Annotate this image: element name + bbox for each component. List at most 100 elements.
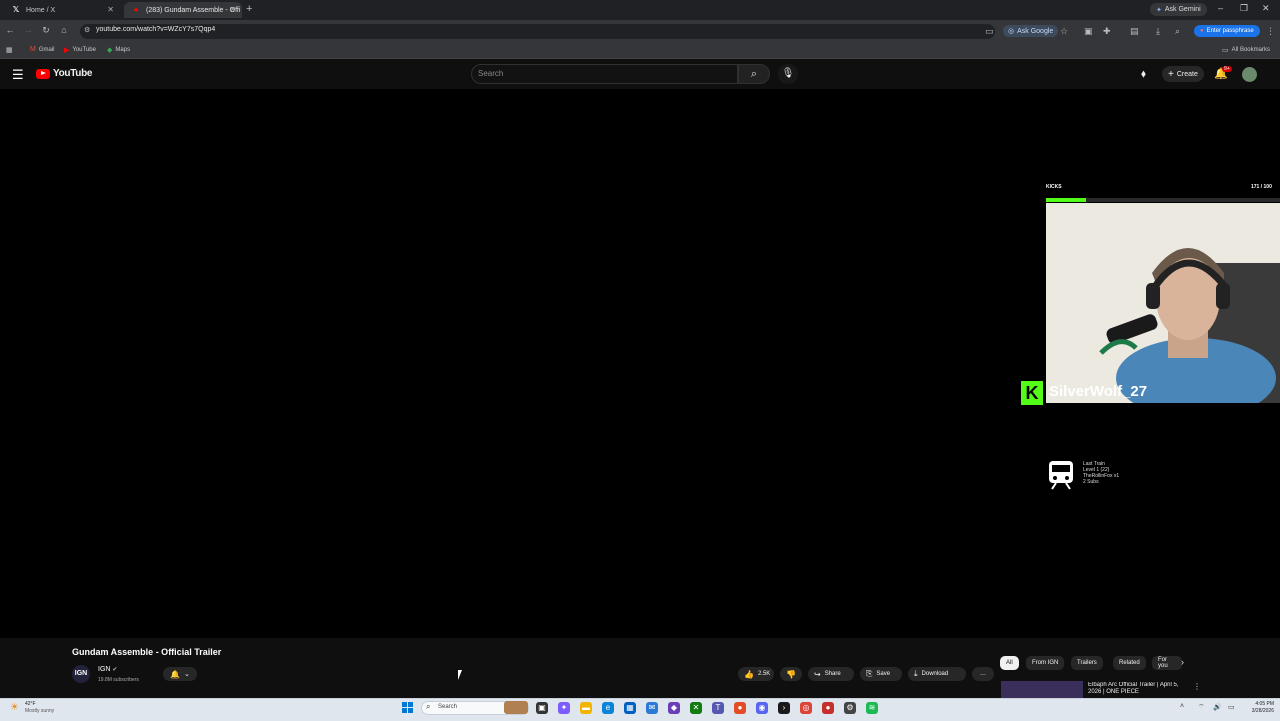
weather-sun-icon[interactable]: ☀ [10, 702, 19, 713]
close-tab-icon[interactable]: ✕ [229, 5, 236, 14]
download-button[interactable]: ⤓ Download [908, 667, 966, 681]
puzzle-icon[interactable]: ✚ [1103, 26, 1111, 37]
voice-search-button[interactable]: 🎙 [778, 64, 798, 84]
chevron-right-icon[interactable]: › [1181, 657, 1184, 667]
subscription-bell-button[interactable]: 🔔 ⌄ [163, 667, 197, 681]
recorder-icon[interactable]: ● [822, 702, 834, 714]
create-label: Create [1176, 70, 1198, 78]
bookmark-gmail[interactable]: M Gmail [30, 46, 55, 53]
search-button[interactable]: ⌕ [738, 64, 770, 84]
youtube-icon: ▶ [64, 47, 70, 54]
clock-date[interactable]: 3/28/2026 [1244, 708, 1274, 714]
browser-menu-icon[interactable]: ⋮ [1266, 26, 1275, 37]
terminal-icon[interactable]: › [778, 702, 790, 714]
chip-trailers[interactable]: Trailers [1071, 656, 1103, 670]
kick-logo-icon: K [1021, 381, 1043, 405]
more-actions-button[interactable]: … [972, 667, 994, 681]
tray-chevron-icon[interactable]: ˄ [1180, 703, 1184, 710]
bookmark-label: Maps [115, 47, 131, 53]
channel-name-text: IGN [98, 666, 111, 673]
close-window-button[interactable]: ✕ [1262, 3, 1270, 14]
chip-for-you[interactable]: For you [1152, 656, 1182, 670]
menu-icon[interactable]: ☰ [12, 67, 24, 83]
youtube-logo-text: YouTube [53, 68, 93, 79]
spotify-icon[interactable]: ≋ [866, 702, 878, 714]
split-view-icon[interactable]: ▤ [1130, 26, 1139, 37]
edge-icon[interactable]: e [602, 702, 614, 714]
mail-icon[interactable]: ✉ [646, 702, 658, 714]
folder-icon: ▭ [1222, 47, 1229, 54]
bookmark-youtube[interactable]: ▶ YouTube [64, 46, 96, 54]
bookmark-maps[interactable]: ◆ Maps [107, 46, 130, 54]
hype-train-info: Last Train Level 1 (22) TheRollinFox x1 … [1083, 461, 1173, 485]
all-bookmarks-button[interactable]: ▭ All Bookmarks [1222, 46, 1270, 54]
tab-search-icon[interactable]: ⌕ [1175, 26, 1180, 37]
store-icon[interactable]: ▦ [624, 702, 636, 714]
app-icon[interactable]: ◆ [668, 702, 680, 714]
recommended-video-menu-icon[interactable]: ⋮ [1193, 682, 1201, 691]
create-button[interactable]: + Create [1162, 66, 1204, 82]
bookmark-star-icon[interactable]: ☆ [1060, 26, 1068, 37]
back-icon[interactable]: ← [4, 25, 16, 35]
chip-all[interactable]: All [1000, 656, 1019, 670]
thumbs-up-icon: 👍 [744, 669, 754, 679]
address-bar[interactable] [80, 24, 995, 39]
mouse-cursor [458, 670, 462, 680]
install-app-icon[interactable]: ▭ [985, 26, 994, 37]
recommended-video-title[interactable]: Elbaph Arc Official Trailer | April 5, 2… [1088, 682, 1192, 696]
tab-youtube-video[interactable]: ● (283) Gundam Assemble - Offi ✕ [124, 2, 242, 18]
battery-icon[interactable]: ▭ [1228, 703, 1235, 711]
network-icon[interactable]: ⌔ [1198, 703, 1205, 712]
kicks-goal-count: 171 / 100 [1251, 184, 1272, 190]
firefox-icon[interactable]: ● [734, 702, 746, 714]
ask-google-button[interactable]: ◎ Ask Google [1003, 25, 1059, 37]
recommended-video-thumbnail[interactable] [1001, 681, 1083, 698]
task-view-icon[interactable]: ▣ [536, 702, 548, 714]
account-avatar[interactable] [1242, 67, 1257, 82]
webcam-image [1046, 203, 1280, 403]
tab-home-x[interactable]: 𝕏 Home / X ✕ [4, 2, 120, 18]
channel-avatar[interactable]: IGN [72, 665, 90, 683]
address-bar-url[interactable]: youtube.com/watch?v=WZcY7s7Qqp4 [96, 26, 215, 33]
minimize-button[interactable]: – [1218, 3, 1223, 13]
chip-from-ign[interactable]: From IGN [1026, 656, 1065, 670]
xbox-icon[interactable]: ✕ [690, 702, 702, 714]
teams-icon[interactable]: T [712, 702, 724, 714]
close-tab-icon[interactable]: ✕ [107, 5, 114, 14]
dislike-button[interactable]: 👎 [780, 667, 802, 681]
extension-icon[interactable]: ▣ [1084, 26, 1093, 37]
search-input[interactable] [471, 64, 738, 84]
download-icon[interactable]: ⤓ [1156, 26, 1160, 37]
home-icon[interactable]: ⌂ [58, 25, 70, 35]
new-tab-button[interactable]: + [246, 3, 252, 15]
reload-icon[interactable]: ↻ [40, 25, 52, 36]
gemini-icon: ✦ [1156, 6, 1162, 14]
like-button[interactable]: 👍 2.5K [738, 667, 774, 681]
discord-icon[interactable]: ◉ [756, 702, 768, 714]
clock-time[interactable]: 4:05 PM [1244, 701, 1274, 707]
save-button[interactable]: ⎘ Save [860, 667, 902, 681]
channel-name[interactable]: IGN ✔ [98, 666, 117, 673]
chrome-icon[interactable]: ◎ [800, 702, 812, 714]
profile-icon: ● [1200, 28, 1204, 34]
ask-gemini-button[interactable]: ✦ Ask Gemini [1150, 3, 1207, 16]
save-label: Save [876, 671, 891, 677]
download-label: Download [921, 671, 949, 677]
site-info-icon[interactable]: ⚙ [84, 26, 90, 34]
youtube-logo[interactable]: YouTube [36, 68, 93, 79]
forward-icon[interactable]: → [22, 25, 34, 35]
apps-icon[interactable]: ▦ [6, 46, 16, 54]
cast-icon[interactable]: ⬧ [1141, 68, 1146, 81]
volume-icon[interactable]: 🔊 [1213, 703, 1222, 711]
settings-icon[interactable]: ⚙ [844, 702, 856, 714]
share-button[interactable]: ↪ Share [808, 667, 854, 681]
copilot-icon[interactable]: ✦ [558, 702, 570, 714]
file-explorer-icon[interactable]: ▬ [580, 702, 592, 714]
enter-passphrase-button[interactable]: ● Enter passphrase [1194, 25, 1260, 37]
weather-description: Mostly sunny [25, 708, 55, 714]
streamer-name: SilverWolf_27 [1049, 383, 1148, 400]
restore-button[interactable]: ❐ [1240, 3, 1248, 14]
chip-related[interactable]: Related [1113, 656, 1146, 670]
windows-start-icon[interactable] [402, 702, 413, 713]
notifications-badge: 9+ [1222, 66, 1232, 72]
